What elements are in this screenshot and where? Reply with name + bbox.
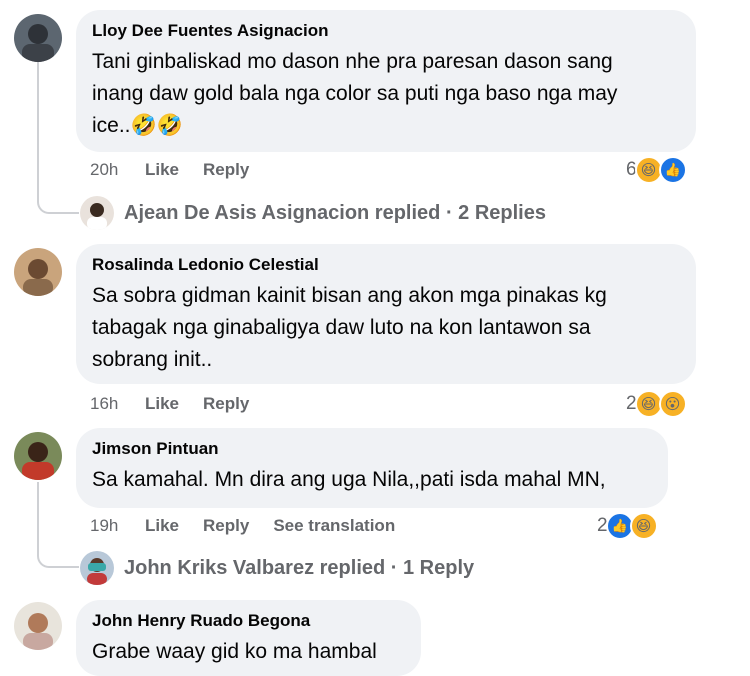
comment-actions: 19h Like Reply See translation — [90, 514, 419, 538]
laughing-face-icon: 😆 — [629, 512, 658, 540]
comment-bubble: Rosalinda Ledonio Celestial Sa sobra gid… — [76, 244, 696, 384]
see-translation-link[interactable]: See translation — [273, 516, 395, 536]
comment-actions: 16h Like Reply — [90, 392, 273, 416]
avatar[interactable] — [14, 14, 62, 62]
commenter-name[interactable]: John Henry Ruado Begona — [92, 610, 403, 632]
thread-connector — [37, 482, 79, 568]
reply-button[interactable]: Reply — [203, 394, 249, 414]
comment-bubble: John Henry Ruado Begona Grabe waay gid k… — [76, 600, 421, 676]
timestamp[interactable]: 19h — [90, 516, 145, 536]
replies-summary: Ajean De Asis Asignacion replied · 2 Rep… — [124, 201, 546, 224]
comment-text: Sa sobra gidman kainit bisan ang akon mg… — [92, 284, 607, 371]
replies-summary: John Kriks Valbarez replied · 1 Reply — [124, 556, 475, 579]
thumbs-up-icon: 👍 — [658, 156, 687, 184]
like-button[interactable]: Like — [145, 394, 179, 414]
comment-text: Grabe waay gid ko ma hambal — [92, 640, 377, 663]
reply-button[interactable]: Reply — [203, 160, 249, 180]
timestamp[interactable]: 16h — [90, 394, 145, 414]
view-replies-link[interactable]: John Kriks Valbarez replied · 1 Reply — [80, 551, 474, 585]
comment-bubble: Jimson Pintuan Sa kamahal. Mn dira ang u… — [76, 428, 668, 508]
reply-button[interactable]: Reply — [203, 516, 249, 536]
avatar[interactable] — [14, 432, 62, 480]
comment-actions: 20h Like Reply — [90, 158, 273, 182]
comment-bubble: Lloy Dee Fuentes Asignacion Tani ginbali… — [76, 10, 696, 152]
avatar[interactable] — [14, 248, 62, 296]
comment-text: Tani ginbaliskad mo dason nhe pra paresa… — [92, 50, 618, 137]
surprised-face-icon: 😮 — [658, 390, 687, 418]
avatar — [80, 196, 114, 230]
commenter-name[interactable]: Lloy Dee Fuentes Asignacion — [92, 20, 678, 42]
commenter-name[interactable]: Jimson Pintuan — [92, 438, 650, 460]
avatar — [80, 551, 114, 585]
like-button[interactable]: Like — [145, 516, 179, 536]
like-button[interactable]: Like — [145, 160, 179, 180]
reaction-summary[interactable]: 2 👍 😆 — [597, 512, 658, 540]
comment-text: Sa kamahal. Mn dira ang uga Nila,,pati i… — [92, 468, 606, 491]
commenter-name[interactable]: Rosalinda Ledonio Celestial — [92, 254, 678, 276]
reaction-summary[interactable]: 6 😆 👍 — [626, 156, 687, 184]
thread-connector — [37, 62, 79, 214]
timestamp[interactable]: 20h — [90, 160, 145, 180]
view-replies-link[interactable]: Ajean De Asis Asignacion replied · 2 Rep… — [80, 196, 546, 230]
avatar[interactable] — [14, 602, 62, 650]
reaction-summary[interactable]: 2 😆 😮 — [626, 390, 687, 418]
